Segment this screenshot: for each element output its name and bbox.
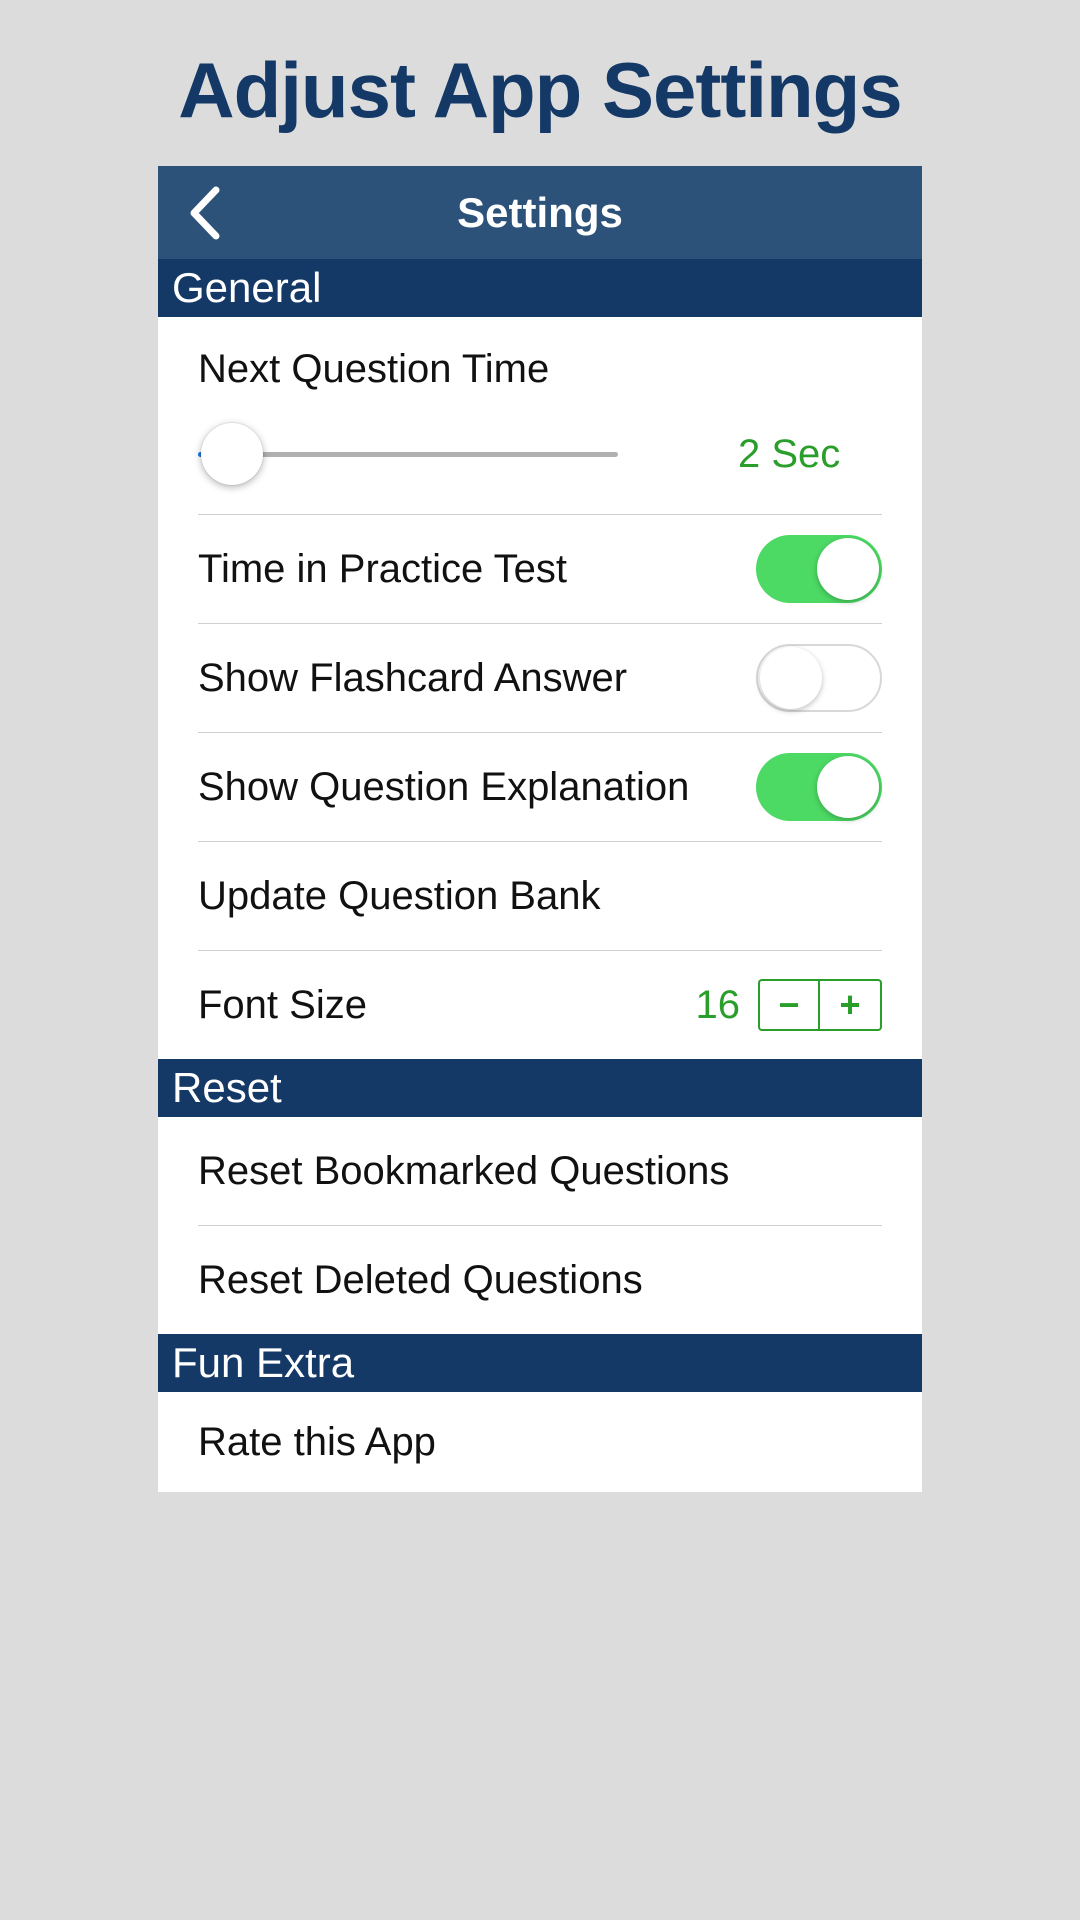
nav-title: Settings (158, 189, 922, 237)
update-question-bank-row[interactable]: Update Question Bank (158, 842, 922, 950)
time-in-practice-label: Time in Practice Test (198, 547, 756, 592)
reset-bookmarked-row[interactable]: Reset Bookmarked Questions (158, 1117, 922, 1225)
section-header-funextra: Fun Extra (158, 1334, 922, 1392)
reset-deleted-label: Reset Deleted Questions (198, 1258, 882, 1303)
next-question-time-label: Next Question Time (198, 347, 882, 392)
page-title: Adjust App Settings (0, 0, 1080, 166)
rate-app-row[interactable]: Rate this App (158, 1392, 922, 1492)
back-button[interactable] (186, 186, 222, 240)
slider-container: 2 Sec (198, 424, 882, 484)
next-question-time-value: 2 Sec (738, 432, 840, 477)
toggle-knob (760, 647, 822, 709)
reset-bookmarked-label: Reset Bookmarked Questions (198, 1149, 882, 1194)
show-explanation-label: Show Question Explanation (198, 765, 756, 810)
next-question-time-row: Next Question Time 2 Sec (158, 317, 922, 514)
slider-thumb[interactable] (201, 423, 263, 485)
font-size-label: Font Size (198, 983, 696, 1028)
show-explanation-toggle[interactable] (756, 753, 882, 821)
font-size-decrease-button[interactable]: − (760, 981, 820, 1029)
show-flashcard-row: Show Flashcard Answer (158, 624, 922, 732)
show-flashcard-label: Show Flashcard Answer (198, 656, 756, 701)
nav-bar: Settings (158, 166, 922, 259)
font-size-increase-button[interactable]: + (820, 981, 880, 1029)
font-size-row: Font Size 16 − + (158, 951, 922, 1059)
section-header-general: General (158, 259, 922, 317)
reset-deleted-row[interactable]: Reset Deleted Questions (158, 1226, 922, 1334)
update-question-bank-label: Update Question Bank (198, 874, 882, 919)
show-explanation-row: Show Question Explanation (158, 733, 922, 841)
next-question-time-slider[interactable] (198, 424, 618, 484)
chevron-left-icon (186, 186, 222, 240)
toggle-knob (817, 538, 879, 600)
font-size-stepper: − + (758, 979, 882, 1031)
app-frame: Settings General Next Question Time 2 Se… (158, 166, 922, 1492)
section-header-reset: Reset (158, 1059, 922, 1117)
rate-app-label: Rate this App (198, 1420, 882, 1465)
font-size-value: 16 (696, 983, 741, 1028)
time-in-practice-toggle[interactable] (756, 535, 882, 603)
show-flashcard-toggle[interactable] (756, 644, 882, 712)
time-in-practice-row: Time in Practice Test (158, 515, 922, 623)
toggle-knob (817, 756, 879, 818)
